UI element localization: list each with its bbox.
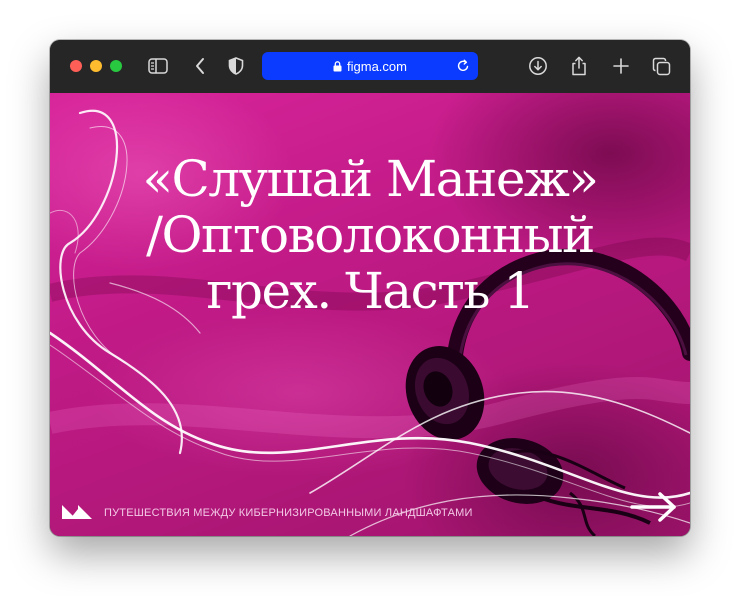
privacy-shield-icon[interactable] bbox=[226, 56, 246, 76]
page-title: «Слушай Манеж» /Оптоволоконный грех. Час… bbox=[50, 151, 690, 319]
address-bar[interactable]: figma.com bbox=[262, 52, 478, 80]
title-line-1: «Слушай Манеж» bbox=[142, 150, 599, 208]
title-line-3: грех. Часть 1 bbox=[206, 262, 535, 320]
arrow-right-icon[interactable] bbox=[630, 491, 678, 523]
zoom-window-button[interactable] bbox=[110, 60, 122, 72]
share-icon[interactable] bbox=[569, 56, 589, 76]
browser-window: figma.com «Слушай Манеж» /Оптоволоконный… bbox=[50, 40, 690, 536]
plus-icon[interactable] bbox=[611, 56, 631, 76]
close-window-button[interactable] bbox=[70, 60, 82, 72]
browser-toolbar: figma.com bbox=[50, 40, 690, 93]
download-icon[interactable] bbox=[528, 56, 548, 76]
logo-mark bbox=[62, 505, 92, 519]
reload-icon[interactable] bbox=[457, 59, 470, 76]
sidebar-icon[interactable] bbox=[148, 56, 168, 76]
minimize-window-button[interactable] bbox=[90, 60, 102, 72]
back-icon[interactable] bbox=[190, 56, 210, 76]
footer-tagline: ПУТЕШЕСТВИЯ МЕЖДУ КИБЕРНИЗИРОВАННЫМИ ЛАН… bbox=[104, 507, 473, 519]
tabs-icon[interactable] bbox=[651, 56, 671, 76]
url-text: figma.com bbox=[347, 58, 407, 74]
lock-icon bbox=[333, 60, 342, 72]
page-content: «Слушай Манеж» /Оптоволоконный грех. Час… bbox=[50, 93, 690, 536]
title-line-2: /Оптоволоконный bbox=[146, 206, 595, 264]
